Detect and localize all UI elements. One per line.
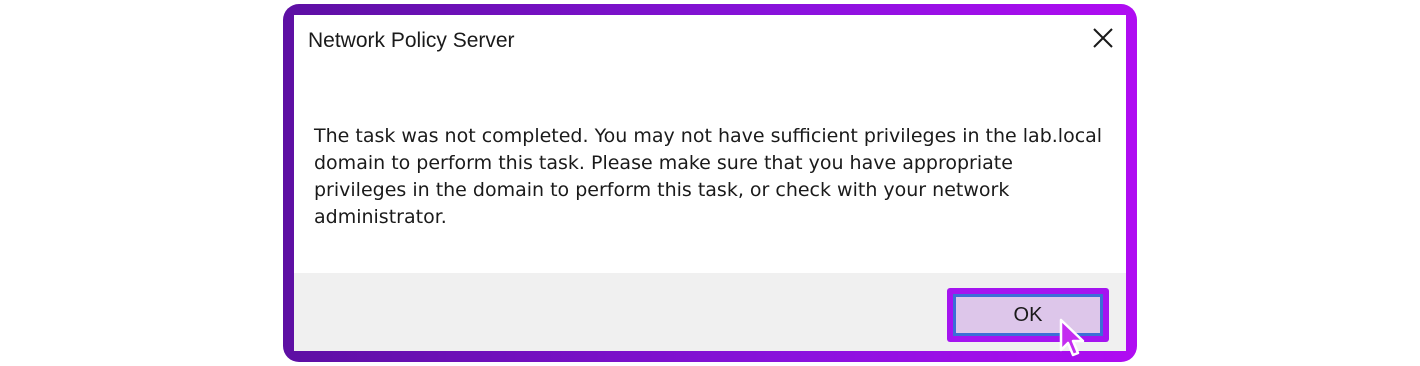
message-dialog: Network Policy Server The task was not c… <box>294 15 1126 351</box>
dialog-footer: OK <box>294 273 1126 351</box>
dialog-content: The task was not completed. You may not … <box>314 123 1104 231</box>
dialog-title: Network Policy Server <box>308 29 515 52</box>
dialog-message: The task was not completed. You may not … <box>314 125 1103 228</box>
dialog-titlebar: Network Policy Server <box>294 15 1126 65</box>
close-button[interactable] <box>1086 21 1120 55</box>
mouse-pointer-icon <box>1059 318 1085 357</box>
highlight-frame: Network Policy Server The task was not c… <box>283 4 1137 362</box>
screenshot-stage: Network Policy Server The task was not c… <box>0 0 1420 366</box>
close-icon <box>1093 28 1113 48</box>
